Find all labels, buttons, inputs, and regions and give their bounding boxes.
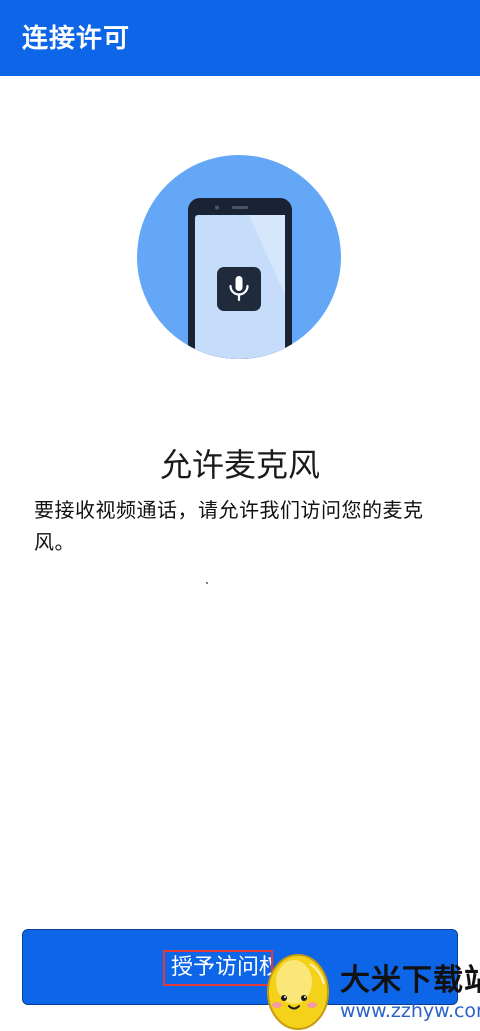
permission-title: 允许麦克风	[159, 446, 320, 484]
page-title: 连接许可	[22, 24, 131, 54]
watermark-url: www.zzhyw.com	[340, 1000, 480, 1022]
microphone-icon	[217, 267, 261, 311]
watermark: 大米下载站 www.zzhyw.com	[262, 946, 480, 1031]
app-bar: 连接许可	[0, 0, 480, 76]
egg-mascot-logo	[267, 954, 329, 1030]
watermark-name: 大米下载站	[340, 963, 480, 998]
microphone-illustration	[137, 155, 341, 359]
permission-description: 要接收视频通话，请允许我们访问您的麦克风。	[34, 498, 424, 554]
grant-access-label[interactable]: 授予访问权限	[163, 950, 273, 986]
divider-dot	[206, 582, 208, 584]
